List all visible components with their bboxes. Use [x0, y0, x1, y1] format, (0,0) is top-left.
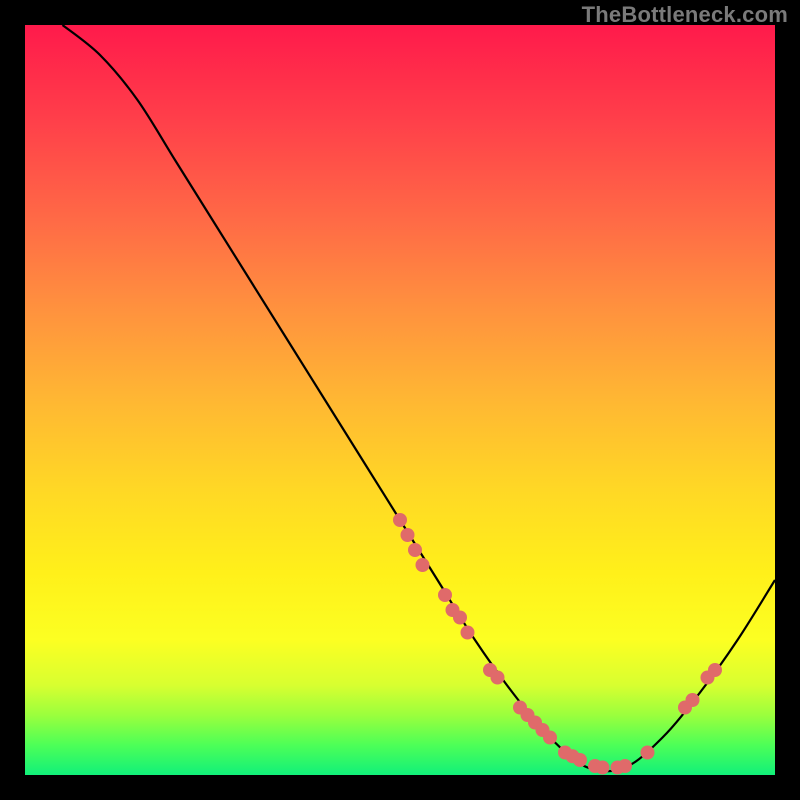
data-point [416, 558, 430, 572]
data-point [401, 528, 415, 542]
data-point [596, 761, 610, 775]
data-point [686, 693, 700, 707]
data-point [641, 746, 655, 760]
data-point [618, 759, 632, 773]
data-point [438, 588, 452, 602]
plot-area [25, 25, 775, 775]
data-point [491, 671, 505, 685]
marker-group [393, 513, 722, 775]
curve-layer [25, 25, 775, 775]
data-point [393, 513, 407, 527]
data-point [408, 543, 422, 557]
bottleneck-curve [63, 25, 776, 771]
watermark-text: TheBottleneck.com [582, 2, 788, 28]
data-point [453, 611, 467, 625]
data-point [573, 753, 587, 767]
data-point [461, 626, 475, 640]
data-point [708, 663, 722, 677]
chart-container: TheBottleneck.com [0, 0, 800, 800]
data-point [543, 731, 557, 745]
